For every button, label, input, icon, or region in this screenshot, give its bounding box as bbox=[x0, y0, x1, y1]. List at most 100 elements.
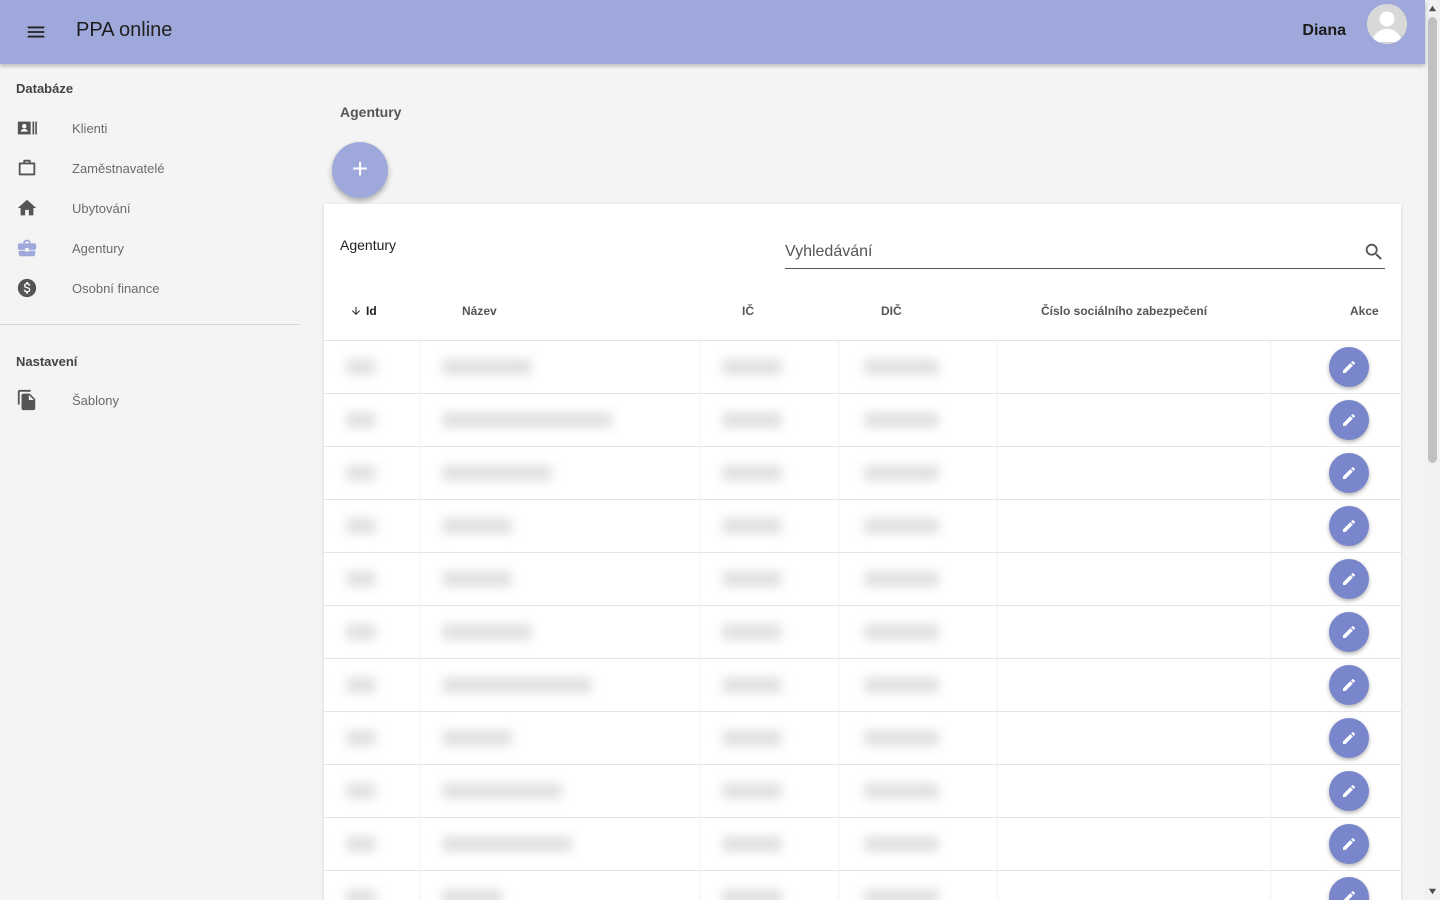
app-header: PPA online Diana bbox=[0, 0, 1425, 64]
user-name[interactable]: Diana bbox=[1302, 22, 1346, 40]
column-header-label: Id bbox=[366, 304, 377, 318]
cell-dic-redacted bbox=[864, 359, 939, 375]
sidebar-item-klienti[interactable]: Klienti bbox=[0, 108, 300, 148]
edit-button[interactable] bbox=[1329, 400, 1369, 440]
cell-dic-redacted bbox=[864, 889, 939, 900]
table-row[interactable] bbox=[324, 446, 1401, 499]
edit-button[interactable] bbox=[1329, 347, 1369, 387]
edit-button[interactable] bbox=[1329, 559, 1369, 599]
hamburger-menu-icon bbox=[27, 26, 45, 38]
page-title: Agentury bbox=[340, 104, 402, 120]
table-row[interactable] bbox=[324, 711, 1401, 764]
table-row[interactable] bbox=[324, 658, 1401, 711]
scroll-down-arrow-icon[interactable] bbox=[1428, 887, 1437, 896]
app-title: PPA online bbox=[76, 19, 172, 42]
edit-button[interactable] bbox=[1329, 453, 1369, 493]
pencil-icon bbox=[1343, 890, 1356, 900]
cell-id-redacted bbox=[346, 359, 376, 375]
edit-button[interactable] bbox=[1329, 718, 1369, 758]
cell-ic-redacted bbox=[722, 412, 782, 428]
cell-dic-redacted bbox=[864, 518, 939, 534]
sidebar-item-label: Osobní finance bbox=[72, 280, 160, 296]
page-scrollbar[interactable] bbox=[1425, 0, 1440, 900]
pencil-icon bbox=[1343, 360, 1356, 373]
table-row[interactable] bbox=[324, 552, 1401, 605]
cell-ic-redacted bbox=[722, 465, 782, 481]
cell-name-redacted bbox=[442, 571, 512, 587]
cell-id-redacted bbox=[346, 624, 376, 640]
add-agency-button[interactable]: + bbox=[332, 142, 388, 198]
dollar-circle-icon bbox=[16, 277, 38, 299]
column-header-dic[interactable]: DIČ bbox=[881, 304, 902, 318]
sidebar-section-settings: Nastavení bbox=[16, 354, 78, 369]
table-row[interactable] bbox=[324, 499, 1401, 552]
sidebar-item-osobni-finance[interactable]: Osobní finance bbox=[0, 268, 300, 308]
contact-card-icon bbox=[16, 117, 38, 139]
sidebar-section-database: Databáze bbox=[16, 81, 74, 96]
cell-ic-redacted bbox=[722, 730, 782, 746]
cell-id-redacted bbox=[346, 677, 376, 693]
table-row[interactable] bbox=[324, 393, 1401, 446]
scroll-up-arrow-icon[interactable] bbox=[1428, 4, 1437, 13]
app-title-bold: PPA bbox=[76, 19, 114, 41]
pencil-icon bbox=[1343, 625, 1356, 638]
cell-ic-redacted bbox=[722, 624, 782, 640]
cell-id-redacted bbox=[346, 836, 376, 852]
column-header-ic[interactable]: IČ bbox=[742, 304, 754, 318]
pencil-icon bbox=[1343, 784, 1356, 797]
sidebar-item-agentury[interactable]: Agentury bbox=[0, 228, 300, 268]
cell-id-redacted bbox=[346, 571, 376, 587]
avatar[interactable] bbox=[1367, 4, 1407, 44]
pencil-icon bbox=[1343, 413, 1356, 426]
cell-name-redacted bbox=[442, 677, 592, 693]
app-title-light: online bbox=[119, 19, 173, 41]
search-icon[interactable] bbox=[1363, 241, 1385, 263]
briefcase-outline-icon bbox=[16, 157, 38, 179]
sidebar-item-zamestnavatele[interactable]: Zaměstnavatelé bbox=[0, 148, 300, 188]
column-header-name[interactable]: Název bbox=[462, 304, 497, 318]
cell-dic-redacted bbox=[864, 836, 939, 852]
cell-name-redacted bbox=[442, 836, 572, 852]
cell-dic-redacted bbox=[864, 730, 939, 746]
edit-button[interactable] bbox=[1329, 824, 1369, 864]
table-row[interactable] bbox=[324, 340, 1401, 393]
sidebar-item-ubytovani[interactable]: Ubytování bbox=[0, 188, 300, 228]
pencil-icon bbox=[1343, 678, 1356, 691]
table-row[interactable] bbox=[324, 764, 1401, 817]
cell-name-redacted bbox=[442, 730, 512, 746]
cell-dic-redacted bbox=[864, 571, 939, 587]
sidebar-item-label: Ubytování bbox=[72, 200, 131, 216]
edit-button[interactable] bbox=[1329, 612, 1369, 652]
table-row[interactable] bbox=[324, 817, 1401, 870]
edit-button[interactable] bbox=[1329, 877, 1369, 900]
sidebar: Databáze Klienti Zaměstnavatelé Ubytován… bbox=[0, 64, 300, 900]
edit-button[interactable] bbox=[1329, 506, 1369, 546]
cell-name-redacted bbox=[442, 518, 512, 534]
sidebar-item-label: Klienti bbox=[72, 120, 108, 136]
menu-button[interactable] bbox=[20, 18, 52, 46]
sidebar-item-sablony[interactable]: Šablony bbox=[0, 380, 300, 420]
cell-name-redacted bbox=[442, 624, 532, 640]
edit-button[interactable] bbox=[1329, 665, 1369, 705]
pencil-icon bbox=[1343, 731, 1356, 744]
sidebar-item-label: Šablony bbox=[72, 392, 119, 408]
cell-dic-redacted bbox=[864, 465, 939, 481]
search-input[interactable] bbox=[785, 240, 1345, 264]
cell-id-redacted bbox=[346, 412, 376, 428]
column-header-actions: Akce bbox=[1350, 304, 1379, 318]
column-header-social-security[interactable]: Číslo sociálního zabezpečení bbox=[1041, 304, 1207, 318]
cell-ic-redacted bbox=[722, 518, 782, 534]
user-avatar-icon bbox=[1367, 4, 1407, 44]
cell-name-redacted bbox=[442, 889, 502, 900]
home-icon bbox=[16, 197, 38, 219]
table-row[interactable] bbox=[324, 605, 1401, 658]
cell-ic-redacted bbox=[722, 889, 782, 900]
table-row[interactable] bbox=[324, 870, 1401, 900]
column-header-id[interactable]: Id bbox=[350, 304, 377, 318]
cell-ic-redacted bbox=[722, 571, 782, 587]
cell-id-redacted bbox=[346, 889, 376, 900]
cell-name-redacted bbox=[442, 465, 552, 481]
cell-name-redacted bbox=[442, 359, 532, 375]
edit-button[interactable] bbox=[1329, 771, 1369, 811]
scrollbar-thumb[interactable] bbox=[1428, 17, 1437, 463]
